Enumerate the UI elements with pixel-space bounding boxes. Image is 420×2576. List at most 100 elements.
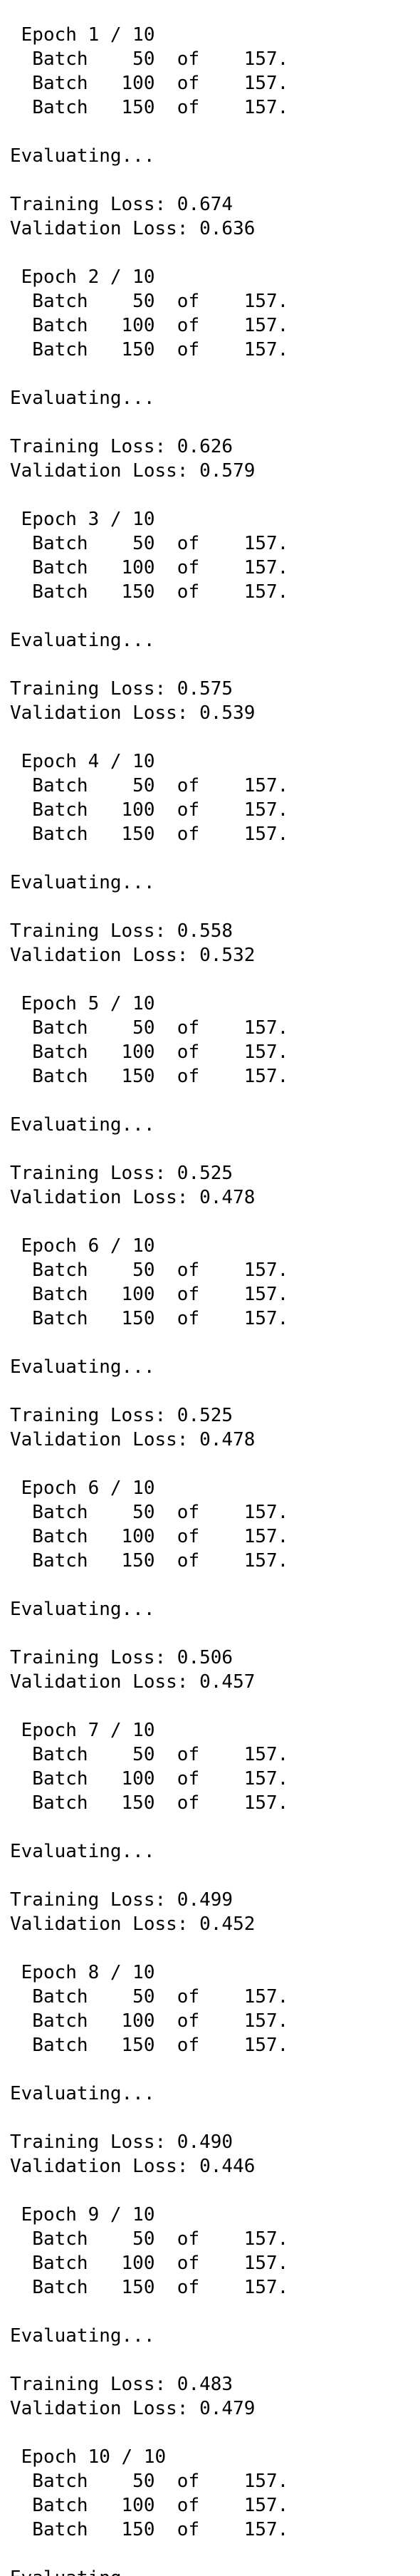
training-loss-line: Training Loss: 0.674 — [10, 194, 233, 215]
validation-loss-line: Validation Loss: 0.539 — [10, 702, 256, 724]
training-loss-line: Training Loss: 0.626 — [10, 436, 233, 457]
batch-progress-line: Batch 50 of 157. — [10, 2471, 289, 2492]
batch-progress-line: Batch 50 of 157. — [10, 775, 289, 796]
batch-progress-line: Batch 100 of 157. — [10, 1042, 289, 1063]
batch-progress-line: Batch 50 of 157. — [10, 2228, 289, 2250]
batch-progress-line: Batch 150 of 157. — [10, 1792, 289, 1814]
validation-loss-line: Validation Loss: 0.478 — [10, 1429, 256, 1450]
epoch-header: Epoch 5 / 10 — [10, 993, 155, 1014]
training-loss-line: Training Loss: 0.575 — [10, 678, 233, 700]
batch-progress-line: Batch 100 of 157. — [10, 1768, 289, 1790]
epoch-header: Epoch 2 / 10 — [10, 266, 155, 288]
batch-progress-line: Batch 150 of 157. — [10, 824, 289, 845]
evaluating-line: Evaluating... — [10, 1599, 155, 1620]
batch-progress-line: Batch 100 of 157. — [10, 73, 289, 94]
validation-loss-line: Validation Loss: 0.446 — [10, 2156, 256, 2177]
evaluating-line: Evaluating... — [10, 1356, 155, 1378]
epoch-header: Epoch 10 / 10 — [10, 2446, 167, 2468]
epoch-header: Epoch 3 / 10 — [10, 509, 155, 530]
training-loss-line: Training Loss: 0.558 — [10, 920, 233, 942]
batch-progress-line: Batch 150 of 157. — [10, 1066, 289, 1087]
training-loss-line: Training Loss: 0.525 — [10, 1163, 233, 1184]
evaluating-line: Evaluating... — [10, 2325, 155, 2347]
validation-loss-line: Validation Loss: 0.479 — [10, 2398, 256, 2419]
batch-progress-line: Batch 100 of 157. — [10, 2495, 289, 2516]
validation-loss-line: Validation Loss: 0.579 — [10, 460, 256, 482]
evaluating-line: Evaluating... — [10, 2566, 420, 2576]
batch-progress-line: Batch 150 of 157. — [10, 1550, 289, 1572]
training-loss-line: Training Loss: 0.506 — [10, 1647, 233, 1668]
batch-progress-line: Batch 150 of 157. — [10, 1308, 289, 1329]
console-output: Epoch 1 / 10 Batch 50 of 157. Batch 100 … — [0, 0, 420, 2576]
batch-progress-line: Batch 50 of 157. — [10, 48, 289, 70]
evaluating-line: Evaluating... — [10, 872, 155, 893]
batch-progress-line: Batch 100 of 157. — [10, 2253, 289, 2274]
validation-loss-line: Validation Loss: 0.478 — [10, 1187, 256, 1208]
batch-progress-line: Batch 150 of 157. — [10, 339, 289, 360]
training-loss-line: Training Loss: 0.525 — [10, 1405, 233, 1426]
validation-loss-line: Validation Loss: 0.532 — [10, 945, 256, 966]
epoch-header: Epoch 8 / 10 — [10, 1962, 155, 1983]
validation-loss-line: Validation Loss: 0.457 — [10, 1671, 256, 1693]
evaluating-line: Evaluating... — [10, 388, 155, 409]
validation-loss-line: Validation Loss: 0.636 — [10, 218, 256, 239]
epoch-header: Epoch 1 / 10 — [10, 24, 155, 46]
batch-progress-line: Batch 50 of 157. — [10, 1502, 289, 1523]
training-loss-line: Training Loss: 0.490 — [10, 2131, 233, 2153]
validation-loss-line: Validation Loss: 0.452 — [10, 1913, 256, 1935]
batch-progress-line: Batch 50 of 157. — [10, 1260, 289, 1281]
evaluating-line: Evaluating... — [10, 2083, 155, 2104]
batch-progress-line: Batch 100 of 157. — [10, 557, 289, 578]
batch-progress-line: Batch 100 of 157. — [10, 1526, 289, 1547]
batch-progress-line: Batch 50 of 157. — [10, 291, 289, 312]
evaluating-line: Evaluating... — [10, 1841, 155, 1862]
batch-progress-line: Batch 100 of 157. — [10, 1284, 289, 1305]
epoch-header: Epoch 6 / 10 — [10, 1235, 155, 1257]
batch-progress-line: Batch 150 of 157. — [10, 97, 289, 118]
epoch-header: Epoch 7 / 10 — [10, 1720, 155, 1741]
batch-progress-line: Batch 100 of 157. — [10, 2010, 289, 2032]
training-loss-line: Training Loss: 0.499 — [10, 1889, 233, 1911]
evaluating-line: Evaluating... — [10, 630, 155, 651]
batch-progress-line: Batch 150 of 157. — [10, 581, 289, 603]
evaluating-line: Evaluating... — [10, 145, 155, 167]
training-loss-line: Training Loss: 0.483 — [10, 2374, 233, 2395]
batch-progress-line: Batch 50 of 157. — [10, 1986, 289, 2008]
batch-progress-line: Batch 150 of 157. — [10, 2035, 289, 2056]
batch-progress-line: Batch 150 of 157. — [10, 2277, 289, 2298]
batch-progress-line: Batch 100 of 157. — [10, 799, 289, 821]
batch-progress-line: Batch 50 of 157. — [10, 1017, 289, 1039]
batch-progress-line: Batch 150 of 157. — [10, 2519, 289, 2540]
batch-progress-line: Batch 50 of 157. — [10, 533, 289, 554]
epoch-header: Epoch 6 / 10 — [10, 1477, 155, 1499]
batch-progress-line: Batch 100 of 157. — [10, 315, 289, 336]
